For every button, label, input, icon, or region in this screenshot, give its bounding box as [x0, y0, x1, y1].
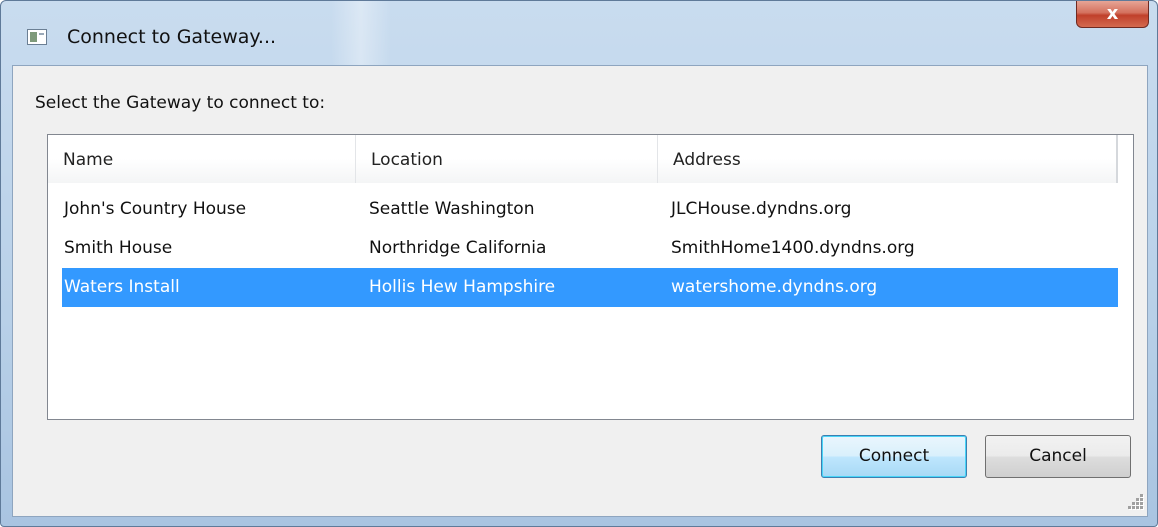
column-header-name[interactable]: Name [48, 135, 356, 183]
gateway-name: Smith House [64, 238, 173, 258]
gateway-row-selected[interactable]: Waters Install Hollis Hew Hampshire wate… [62, 268, 1118, 307]
window-title: Connect to Gateway... [67, 26, 277, 48]
resize-grip-icon[interactable] [1127, 493, 1145, 511]
gateway-location: Northridge California [369, 238, 547, 258]
column-header-location[interactable]: Location [356, 135, 658, 183]
gateway-address: JLCHouse.dyndns.org [671, 199, 852, 219]
gateway-list[interactable]: Name Location Address John's Country Hou… [47, 134, 1134, 420]
gateway-location: Hollis Hew Hampshire [369, 277, 556, 297]
connect-button[interactable]: Connect [821, 435, 967, 478]
list-header: Name Location Address [48, 135, 1118, 183]
gateway-row[interactable]: Smith House Northridge California SmithH… [62, 229, 1118, 268]
gateway-row[interactable]: John's Country House Seattle Washington … [62, 190, 1118, 229]
title-bar[interactable]: Connect to Gateway... x [1, 1, 1157, 65]
gateway-location: Seattle Washington [369, 199, 535, 219]
app-window-icon [27, 29, 47, 45]
select-gateway-prompt: Select the Gateway to connect to: [35, 93, 326, 113]
gateway-name: Waters Install [64, 277, 180, 297]
gateway-address: SmithHome1400.dyndns.org [671, 238, 915, 258]
connect-dialog-window: Connect to Gateway... x Select the Gatew… [0, 0, 1158, 527]
close-button[interactable]: x [1076, 1, 1149, 28]
gateway-address: watershome.dyndns.org [671, 277, 878, 297]
header-divider [1116, 135, 1118, 183]
gateway-name: John's Country House [64, 199, 247, 219]
column-header-address[interactable]: Address [658, 135, 1118, 183]
cancel-button[interactable]: Cancel [985, 435, 1131, 478]
